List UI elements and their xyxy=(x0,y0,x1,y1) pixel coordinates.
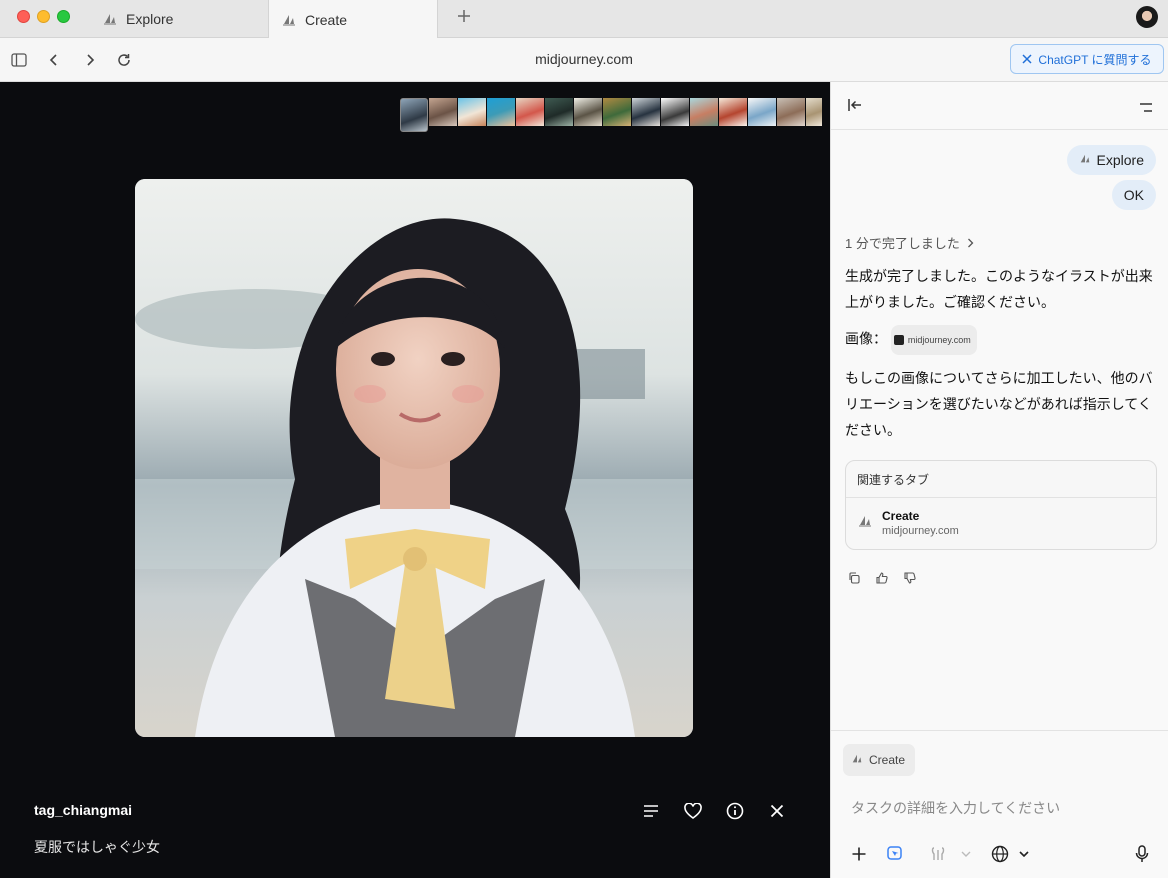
chatgpt-sidebar: Explore OK 1 分で完了しました 生成が完了しました。このようなイラス… xyxy=(830,82,1168,878)
image-viewer: tag_chiangmai 夏服ではしゃぐ少女 xyxy=(0,82,830,878)
thumbs-up-icon[interactable] xyxy=(875,571,889,585)
thumbnail[interactable] xyxy=(516,98,544,126)
status-text: 1 分で完了しました xyxy=(845,236,960,251)
related-tabs-heading: 関連するタブ xyxy=(846,461,1156,498)
ask-chatgpt-label: ChatGPT に質問する xyxy=(1038,52,1152,67)
context-chip-label: Create xyxy=(869,753,906,767)
thumbnail-strip xyxy=(400,98,822,132)
context-chip[interactable]: Create xyxy=(843,744,916,776)
user-message-text: OK xyxy=(1123,187,1144,203)
globe-icon[interactable] xyxy=(989,843,1011,865)
info-icon xyxy=(726,802,744,820)
zoom-window-button[interactable] xyxy=(57,10,70,23)
thumbnail[interactable] xyxy=(632,98,660,126)
tab-label: Create xyxy=(305,11,348,28)
midjourney-icon xyxy=(858,514,872,533)
related-tab-create[interactable]: Create midjourney.com xyxy=(846,498,1156,548)
midjourney-icon xyxy=(851,753,863,768)
reload-icon[interactable] xyxy=(114,50,134,70)
viewer-actions xyxy=(640,800,788,822)
close-icon xyxy=(1022,54,1032,64)
collapse-sidebar-icon[interactable] xyxy=(847,98,863,117)
assistant-message-line3: もしこの画像についてさらに加工したい、他のバリエーションを選びたいなどがあれば指… xyxy=(845,370,1153,438)
related-tab-url: midjourney.com xyxy=(882,525,959,537)
message-input[interactable]: タスクの詳細を入力してください xyxy=(851,798,1060,818)
thumbnail[interactable] xyxy=(661,98,689,126)
user-message-ok: OK xyxy=(1111,180,1156,210)
thumbs-down-icon[interactable] xyxy=(903,571,917,585)
lines-icon xyxy=(644,805,658,817)
user-message-text: Explore xyxy=(1096,152,1144,168)
profile-avatar[interactable] xyxy=(1136,6,1158,28)
close-window-button[interactable] xyxy=(17,10,30,23)
back-icon[interactable] xyxy=(44,50,64,70)
thumbnail[interactable] xyxy=(400,98,428,132)
tab-label: Explore xyxy=(126,11,174,27)
sidebar-toggle-icon[interactable] xyxy=(9,50,29,70)
thumbnail[interactable] xyxy=(429,98,457,126)
related-tab-title: Create xyxy=(882,509,920,523)
menu-icon[interactable] xyxy=(1139,100,1153,118)
new-tab-button[interactable] xyxy=(456,7,472,29)
user-message-explore: Explore xyxy=(1066,145,1156,175)
thumbnail[interactable] xyxy=(487,98,515,126)
chevron-down-icon[interactable] xyxy=(1013,843,1035,865)
thumbnail[interactable] xyxy=(458,98,486,126)
ask-chatgpt-button[interactable]: ChatGPT に質問する xyxy=(1010,44,1164,74)
thumbnail[interactable] xyxy=(574,98,602,126)
thumbnail[interactable] xyxy=(748,98,776,126)
add-icon[interactable] xyxy=(848,843,870,865)
thumbnail[interactable] xyxy=(806,98,822,126)
midjourney-icon xyxy=(1079,152,1091,168)
minimize-window-button[interactable] xyxy=(37,10,50,23)
thumbnail[interactable] xyxy=(777,98,805,126)
source-chip[interactable]: midjourney.com xyxy=(890,325,977,355)
completion-status[interactable]: 1 分で完了しました xyxy=(845,233,974,252)
chevron-down-icon[interactable] xyxy=(955,843,977,865)
close-icon xyxy=(770,804,784,818)
info-button[interactable] xyxy=(724,800,746,822)
browser-toolbar: midjourney.com ChatGPT に質問する xyxy=(0,38,1168,82)
thumbnail[interactable] xyxy=(690,98,718,126)
agent-mode-icon[interactable] xyxy=(884,843,906,865)
forward-icon[interactable] xyxy=(80,50,100,70)
prompt-details-button[interactable] xyxy=(640,800,662,822)
copy-icon[interactable] xyxy=(847,571,861,585)
thumbnail[interactable] xyxy=(545,98,573,126)
heart-icon xyxy=(684,803,702,819)
plus-icon xyxy=(458,10,470,22)
sidebar-header xyxy=(831,82,1168,130)
image-caption: 夏服ではしゃぐ少女 xyxy=(34,839,160,855)
generated-image xyxy=(135,179,693,737)
composer: Create タスクの詳細を入力してください xyxy=(831,730,1168,878)
tab-explore[interactable]: Explore xyxy=(90,0,266,38)
thumbnail[interactable] xyxy=(719,98,747,126)
address-bar[interactable]: midjourney.com xyxy=(484,51,684,67)
tab-create[interactable]: Create xyxy=(268,0,438,39)
midjourney-icon xyxy=(281,12,297,28)
related-tabs-card: 関連するタブ Create midjourney.com xyxy=(845,460,1157,550)
site-icon xyxy=(893,335,904,345)
image-author[interactable]: tag_chiangmai xyxy=(34,802,132,818)
portrait-illustration xyxy=(135,179,693,737)
assistant-message-line1: 生成が完了しました。このようなイラストが出来上がりました。ご確認ください。 xyxy=(845,268,1153,310)
thumbnail[interactable] xyxy=(603,98,631,126)
source-chip-label: midjourney.com xyxy=(907,335,971,345)
tools-icon[interactable] xyxy=(927,843,949,865)
close-viewer-button[interactable] xyxy=(766,800,788,822)
chevron-right-icon xyxy=(967,236,974,251)
like-button[interactable] xyxy=(682,800,704,822)
assistant-image-line: 画像： midjourney.com xyxy=(845,325,1157,355)
tab-bar: Explore Create xyxy=(0,0,1168,39)
midjourney-icon xyxy=(102,11,118,27)
image-label: 画像： xyxy=(845,330,887,347)
microphone-icon[interactable] xyxy=(1131,843,1153,865)
message-feedback xyxy=(847,571,917,585)
